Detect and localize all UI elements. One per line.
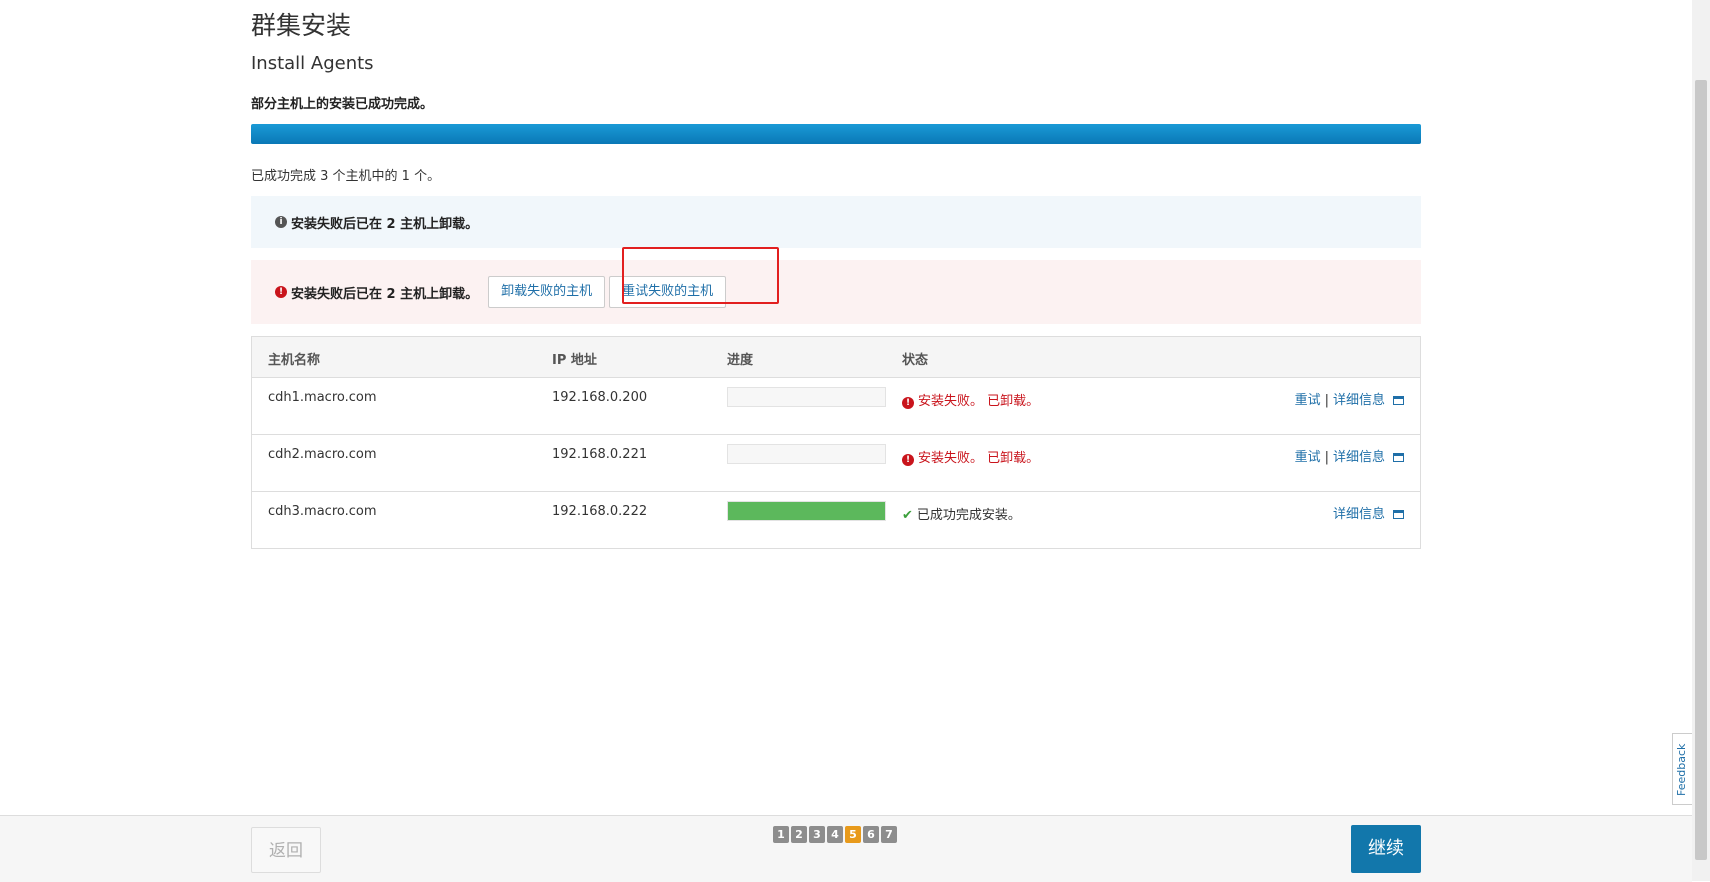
column-header-progress: 进度 (727, 353, 754, 368)
retry-failed-hosts-button[interactable]: 重试失败的主机 (609, 276, 727, 308)
wizard-step-3: 3 (809, 826, 825, 843)
wizard-steps: 1234567 (773, 826, 897, 843)
link-separator: | (1324, 393, 1329, 408)
table-row: cdh3.macro.com 192.168.0.222 ✔ 已成功完成安装。 详… (252, 492, 1420, 548)
window-icon[interactable] (1393, 510, 1404, 519)
overall-progress-bar (251, 124, 1421, 144)
host-ip: 192.168.0.222 (552, 504, 648, 519)
details-link[interactable]: 详细信息 (1333, 393, 1385, 408)
table-row: cdh1.macro.com 192.168.0.200 ! 安装失败。 已卸载。… (252, 378, 1420, 435)
wizard-step-7: 7 (881, 826, 897, 843)
table-header: 主机名称 IP 地址 进度 状态 (252, 337, 1420, 378)
page-subtitle: Install Agents (251, 53, 374, 74)
info-alert-text: 安装失败后已在 2 主机上卸载。 (291, 216, 479, 232)
link-separator: | (1324, 450, 1329, 465)
scrollbar[interactable] (1692, 0, 1710, 881)
install-summary: 部分主机上的安装已成功完成。 (251, 97, 434, 112)
host-name: cdh1.macro.com (268, 390, 377, 405)
host-status: ! 安装失败。 已卸载。 (902, 390, 1039, 409)
row-actions: 详细信息 (1333, 503, 1404, 522)
wizard-step-1: 1 (773, 826, 789, 843)
hosts-table: 主机名称 IP 地址 进度 状态 cdh1.macro.com 192.168.… (251, 336, 1421, 549)
info-alert: i 安装失败后已在 2 主机上卸载。 (251, 196, 1421, 248)
retry-link[interactable]: 重试 (1295, 393, 1321, 408)
exclamation-circle-icon: ! (902, 454, 914, 466)
exclamation-circle-icon: ! (902, 397, 914, 409)
host-progress-bar (727, 444, 886, 464)
row-actions: 重试 | 详细信息 (1295, 446, 1404, 465)
feedback-label: Feedback (1675, 743, 1688, 796)
host-status: ✔ 已成功完成安装。 (902, 504, 1021, 523)
details-link[interactable]: 详细信息 (1333, 450, 1385, 465)
wizard-step-6: 6 (863, 826, 879, 843)
host-status-text: 已成功完成安装。 (916, 508, 1021, 523)
back-button[interactable]: 返回 (251, 827, 321, 873)
column-header-status: 状态 (902, 353, 929, 368)
host-ip: 192.168.0.200 (552, 390, 648, 405)
error-alert: ! 安装失败后已在 2 主机上卸载。 卸载失败的主机 重试失败的主机 (251, 260, 1421, 324)
host-name: cdh2.macro.com (268, 447, 377, 462)
wizard-step-5: 5 (845, 826, 861, 843)
column-header-ip: IP 地址 (552, 353, 597, 368)
exclamation-circle-icon: ! (275, 286, 287, 298)
host-progress-bar (727, 387, 886, 407)
host-ip: 192.168.0.221 (552, 447, 648, 462)
wizard-step-2: 2 (791, 826, 807, 843)
overall-progress-fill (251, 124, 1421, 144)
host-progress-fill (728, 502, 885, 520)
check-icon: ✔ (902, 508, 913, 523)
page-title: 群集安装 (251, 11, 352, 40)
uninstall-failed-hosts-button[interactable]: 卸载失败的主机 (488, 276, 606, 308)
table-row: cdh2.macro.com 192.168.0.221 ! 安装失败。 已卸载。… (252, 435, 1420, 492)
window-icon[interactable] (1393, 396, 1404, 405)
info-circle-icon: i (275, 216, 287, 228)
row-actions: 重试 | 详细信息 (1295, 389, 1404, 408)
host-status: ! 安装失败。 已卸载。 (902, 447, 1039, 466)
continue-button[interactable]: 继续 (1351, 825, 1421, 873)
column-header-host: 主机名称 (268, 353, 321, 368)
scrollbar-thumb[interactable] (1695, 80, 1707, 860)
host-status-text: 安装失败。 已卸载。 (918, 451, 1040, 466)
host-progress-bar (727, 501, 886, 521)
feedback-tab[interactable]: Feedback (1672, 733, 1692, 805)
wizard-step-4: 4 (827, 826, 843, 843)
host-name: cdh3.macro.com (268, 504, 377, 519)
window-icon[interactable] (1393, 453, 1404, 462)
details-link[interactable]: 详细信息 (1333, 507, 1385, 522)
host-status-text: 安装失败。 已卸载。 (918, 394, 1040, 409)
retry-link[interactable]: 重试 (1295, 450, 1321, 465)
error-alert-text: 安装失败后已在 2 主机上卸载。 (291, 286, 479, 302)
progress-text: 已成功完成 3 个主机中的 1 个。 (251, 169, 441, 184)
